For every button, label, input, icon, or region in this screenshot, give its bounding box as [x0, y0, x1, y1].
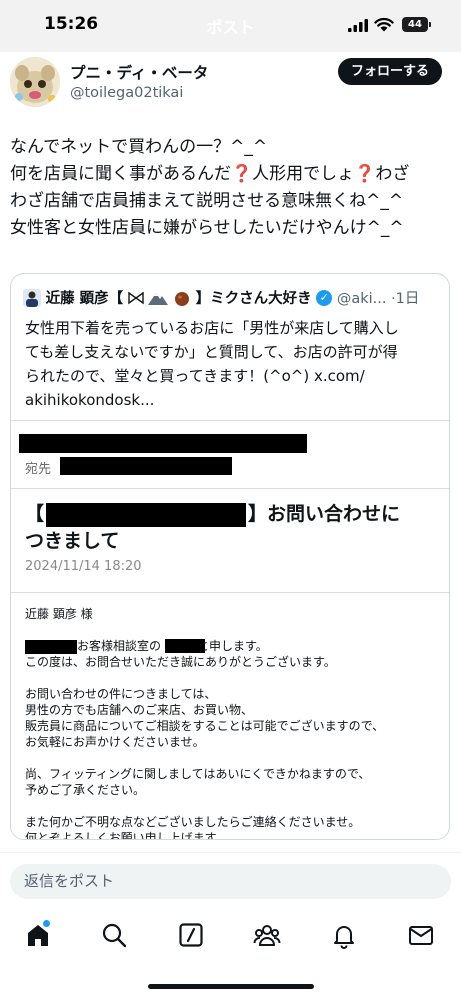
mail-line — [25, 750, 439, 766]
notification-dot — [43, 920, 50, 927]
quote-line: ても差し支えないですか」と質問して、お店の許可が得 — [25, 343, 398, 361]
tab-messages[interactable] — [407, 921, 435, 949]
search-icon — [102, 923, 127, 948]
mail-line: お客様相談室の と申します。 — [25, 638, 439, 654]
tweet-line: わざ店舗で店員捕まえて説明させる意味無くね^_^ — [10, 191, 404, 211]
author-handle[interactable]: @toilega02tikai — [70, 85, 183, 101]
divider — [0, 852, 461, 853]
home-indicator[interactable] — [148, 984, 314, 989]
quote-line: akihikokondosk... — [25, 391, 155, 409]
mail-line — [25, 622, 439, 638]
redaction-bar — [25, 639, 77, 654]
quote-meta: @aki... ·1日 — [336, 291, 420, 307]
mail-line: 何とぞよろしくお願い申し上げます。 — [25, 831, 228, 840]
mail-line: 近藤 顕彦 様 — [25, 607, 93, 621]
mail-date: 2024/11/14 18:20 — [25, 559, 142, 574]
reply-input[interactable]: 返信をポスト — [10, 864, 451, 899]
tweet-text: なんでネットで買わんの一？^_^ 何を店員に聞く事があるんだ❓人形用でしょ❓わざ… — [10, 134, 456, 242]
mail-icon — [409, 926, 433, 945]
redaction-bar — [46, 502, 247, 527]
mail-body: 近藤 顕彦 様 お客様相談室の と申します。 この度は、お問合せいただき誠にあり… — [25, 606, 439, 840]
divider — [11, 488, 449, 489]
mail-line: 尚、フィッティングに関しましてはあいにくできかねますので、 — [25, 767, 371, 781]
mail-line: お問い合わせの件につきましては、 — [25, 687, 217, 701]
mail-line: 販売員に商品についてご相談をすることは可能でございますので、 — [25, 719, 385, 733]
chestnut-icon — [175, 291, 189, 306]
mail-subject: 【 】お問い合わせに つきまして — [25, 501, 435, 555]
communities-icon — [253, 925, 281, 946]
redaction-bar — [165, 639, 205, 653]
mail-line: この度は、お問合せいただき誠にありがとうございます。 — [25, 655, 336, 669]
question-emoji: ❓ — [354, 164, 376, 184]
avatar[interactable] — [10, 57, 60, 107]
quote-author-name-suffix: 】ミクさん大好き — [195, 291, 312, 307]
signal-icon — [348, 19, 368, 32]
tweet-fragment: 人形用でしょ — [252, 164, 355, 184]
mail-line: お気軽にお声かけくださいませ。 — [25, 735, 205, 749]
quote-line: られたので、堂々と買ってきます！(^o^) x.com/ — [25, 367, 365, 385]
question-emoji: ❓ — [231, 164, 253, 184]
tab-notifications[interactable] — [330, 921, 358, 949]
grok-icon — [179, 923, 203, 947]
quote-image[interactable]: 宛先 【 】お問い合わせに つきまして 2024/11/14 18:20 近藤 顕… — [11, 420, 449, 840]
tweet-line: 何を店員に聞く事があるんだ❓人形用でしょ❓わざ — [10, 161, 456, 188]
mail-subject-fragment: 【 — [25, 503, 45, 525]
mail-line — [25, 798, 439, 814]
avatar-image — [10, 57, 60, 107]
mail-subject-line: 【 】お問い合わせに — [25, 501, 435, 528]
bell-icon — [334, 926, 354, 949]
divider — [11, 420, 449, 421]
verified-badge-icon: ✓ — [316, 289, 333, 306]
wifi-icon — [374, 17, 394, 32]
divider — [11, 592, 449, 593]
quote-header: 近藤 顕彦【 】ミクさん大好き ✓ @aki... ·1日 — [23, 287, 443, 309]
tweet-line: 女性客と女性店員に嫌がらせしたいだけやんけ^_^ — [10, 218, 404, 238]
mountain-icon — [148, 292, 169, 305]
tweet-fragment: 何を店員に聞く事があるんだ — [10, 164, 231, 184]
tweet-line: なんでネットで買わんの一？^_^ — [10, 137, 268, 157]
mail-subject-line: つきまして — [25, 530, 120, 552]
quote-line: 女性用下着を売っているお店に「男性が来店して購入し — [25, 319, 399, 337]
author-name[interactable]: プニ・ディ・ベータ — [70, 61, 208, 83]
redaction-bar — [19, 434, 307, 453]
mail-line: 予めご了承ください。 — [25, 783, 146, 797]
quote-text: 女性用下着を売っているお店に「男性が来店して購入し ても差し支えないですか」と質… — [25, 316, 441, 412]
tab-communities[interactable] — [253, 921, 281, 949]
quote-author-name: 近藤 顕彦【 — [45, 291, 124, 307]
mail-subject-fragment: 】お問い合わせに — [248, 503, 401, 525]
tab-grok[interactable] — [177, 921, 205, 949]
quote-tweet-card[interactable]: 近藤 顕彦【 】ミクさん大好き ✓ @aki... ·1日 女性用下着を売ってい… — [10, 273, 450, 840]
tab-search[interactable] — [100, 921, 128, 949]
battery-icon: 44 — [402, 17, 431, 32]
mail-to-label: 宛先 — [25, 462, 52, 477]
redaction-bar — [60, 457, 232, 475]
quote-avatar — [23, 288, 41, 307]
follow-button[interactable]: フォローする — [338, 58, 442, 85]
mail-line: 男性の方でも店舗へのご来店、お買い物、 — [25, 703, 254, 717]
mail-line — [25, 670, 439, 686]
bowtie-icon — [128, 291, 144, 304]
mail-line: また何かご不明な点などございましたらご連絡くださいませ。 — [25, 815, 361, 829]
tweet-fragment: わざ — [375, 164, 410, 184]
status-bar: 15:26 ポスト 44 — [0, 0, 461, 52]
